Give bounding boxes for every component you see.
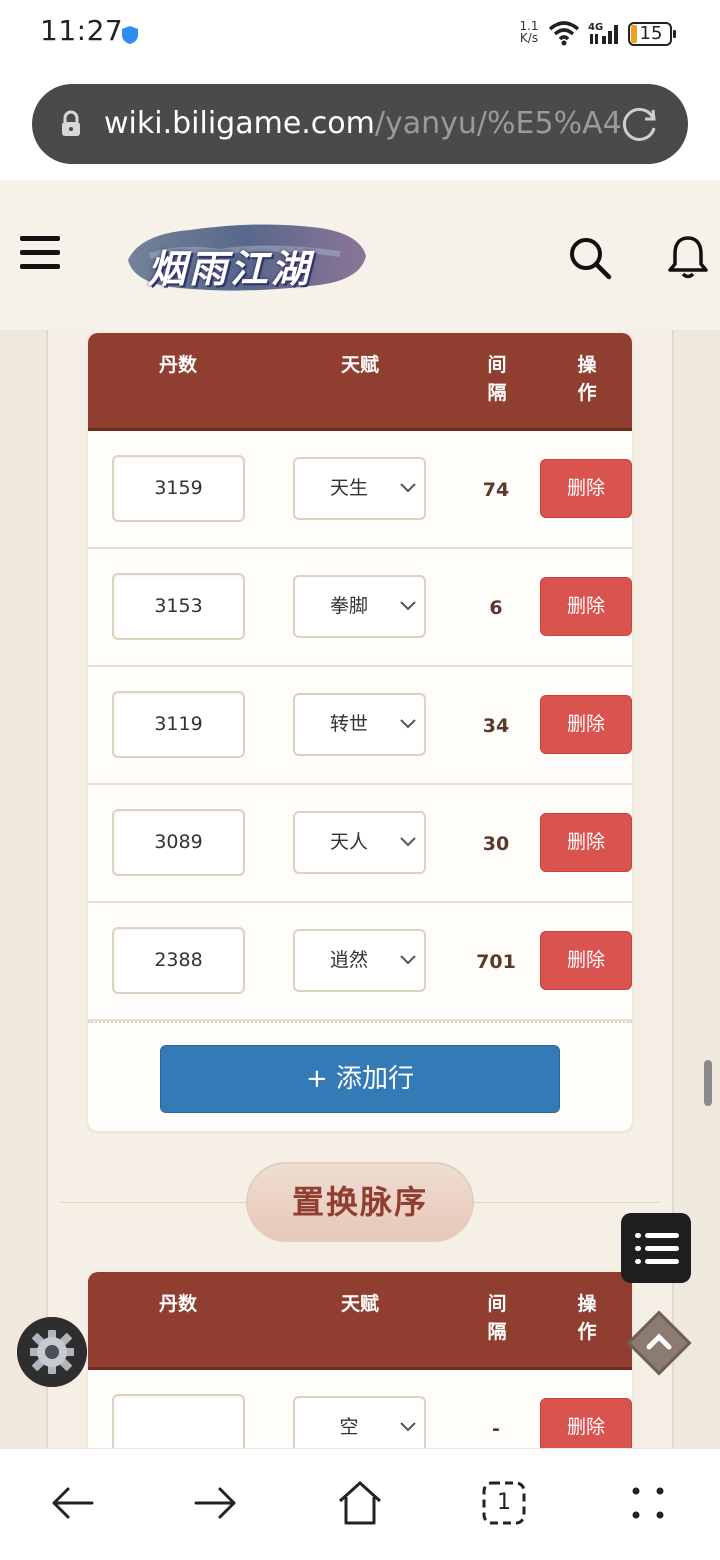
browser-toolbar: wiki.biligame.com/yanyu/%E5%A4	[0, 70, 720, 180]
more-icon[interactable]	[624, 1479, 672, 1527]
interval-value: 6	[489, 597, 503, 619]
talent-select[interactable]: 逍然	[293, 929, 426, 992]
browser-bottom-nav: 1	[0, 1448, 720, 1560]
interval-value: 701	[476, 951, 516, 973]
page-content[interactable]: 丹数 天赋 间隔 操作 3159 天生 74 删除 3153 拳脚 6 删除 3…	[0, 330, 720, 1448]
table-row: 3089 天人 30 删除	[88, 785, 632, 903]
chevron-down-icon	[400, 719, 416, 729]
battery-level: 15	[639, 23, 663, 44]
chevron-down-icon	[400, 1422, 416, 1432]
header-interval: 间隔	[487, 354, 507, 404]
address-bar[interactable]: wiki.biligame.com/yanyu/%E5%A4	[32, 84, 688, 164]
settings-gear-icon[interactable]	[17, 1317, 87, 1387]
table-row: 3153 拳脚 6 删除	[88, 549, 632, 667]
header-talent: 天赋	[340, 354, 379, 376]
interval-value: 74	[482, 479, 510, 501]
talent-select[interactable]: 天人	[293, 811, 426, 874]
scrollbar-thumb[interactable]	[704, 1060, 712, 1106]
tabs-icon[interactable]: 1	[480, 1479, 528, 1527]
status-bar: 11:27 1.1 K/s 4G 15	[0, 0, 720, 70]
signal-icon: 4G	[588, 22, 618, 44]
table-row: 3119 转世 34 删除	[88, 667, 632, 785]
delete-button[interactable]: 删除	[540, 813, 632, 872]
interval-value: -	[492, 1418, 500, 1440]
back-arrow-icon[interactable]	[48, 1479, 96, 1527]
delete-button[interactable]: 删除	[540, 577, 632, 636]
chevron-down-icon	[400, 601, 416, 611]
dan-count-input[interactable]: 3089	[112, 809, 245, 876]
delete-button[interactable]: 删除	[540, 931, 632, 990]
url-text[interactable]: wiki.biligame.com/yanyu/%E5%A4	[104, 104, 624, 144]
network-speed: 1.1 K/s	[519, 19, 539, 45]
header-interval: 间隔	[487, 1293, 507, 1343]
table-row: 2388 逍然 701 删除	[88, 903, 632, 1021]
dan-count-input[interactable]	[112, 1394, 245, 1448]
interval-value: 30	[482, 833, 510, 855]
svg-text:4G: 4G	[588, 22, 603, 33]
interval-value: 34	[482, 715, 510, 737]
dan-count-input[interactable]: 3159	[112, 455, 245, 522]
home-icon[interactable]	[336, 1479, 384, 1527]
chevron-down-icon	[400, 955, 416, 965]
header-dan-count: 丹数	[158, 1293, 197, 1315]
add-row-area: + 添加行	[88, 1021, 632, 1131]
dan-count-input[interactable]: 2388	[112, 927, 245, 994]
chevron-down-icon	[400, 483, 416, 493]
table-row: 空 - 删除	[88, 1370, 632, 1448]
talent-select[interactable]: 空	[293, 1396, 426, 1448]
bell-icon[interactable]	[666, 234, 710, 280]
talent-select[interactable]: 拳脚	[293, 575, 426, 638]
table-row: 3159 天生 74 删除	[88, 431, 632, 549]
header-action: 操作	[577, 354, 597, 404]
search-icon[interactable]	[568, 236, 612, 280]
dan-count-input[interactable]: 3119	[112, 691, 245, 758]
dan-count-input[interactable]: 3153	[112, 573, 245, 640]
forward-arrow-icon[interactable]	[192, 1479, 240, 1527]
header-dan-count: 丹数	[158, 354, 197, 376]
shield-icon	[122, 26, 138, 44]
site-header: 烟雨江湖	[0, 180, 720, 330]
table-header: 丹数 天赋 间隔 操作	[88, 333, 632, 431]
delete-button[interactable]: 删除	[540, 695, 632, 754]
header-action: 操作	[577, 1293, 597, 1343]
talent-select[interactable]: 转世	[293, 693, 426, 756]
list-icon[interactable]	[621, 1213, 691, 1283]
reload-icon[interactable]	[620, 104, 660, 144]
meridian-table: 丹数 天赋 间隔 操作 3159 天生 74 删除 3153 拳脚 6 删除 3…	[88, 333, 632, 1131]
tab-count: 1	[497, 1490, 511, 1515]
chevron-down-icon	[400, 837, 416, 847]
menu-icon[interactable]	[20, 236, 60, 270]
site-logo-text: 烟雨江湖	[148, 246, 313, 291]
status-time: 11:27	[40, 14, 124, 47]
add-row-button[interactable]: + 添加行	[160, 1045, 560, 1113]
wifi-icon	[548, 21, 580, 46]
table-header: 丹数 天赋 间隔 操作	[88, 1272, 632, 1370]
section-title: 置换脉序	[246, 1162, 474, 1242]
header-talent: 天赋	[340, 1293, 379, 1315]
lock-icon	[62, 110, 80, 136]
replacement-table: 丹数 天赋 间隔 操作 空 - 删除	[88, 1272, 632, 1448]
delete-button[interactable]: 删除	[540, 1398, 632, 1448]
delete-button[interactable]: 删除	[540, 459, 632, 518]
talent-select[interactable]: 天生	[293, 457, 426, 520]
